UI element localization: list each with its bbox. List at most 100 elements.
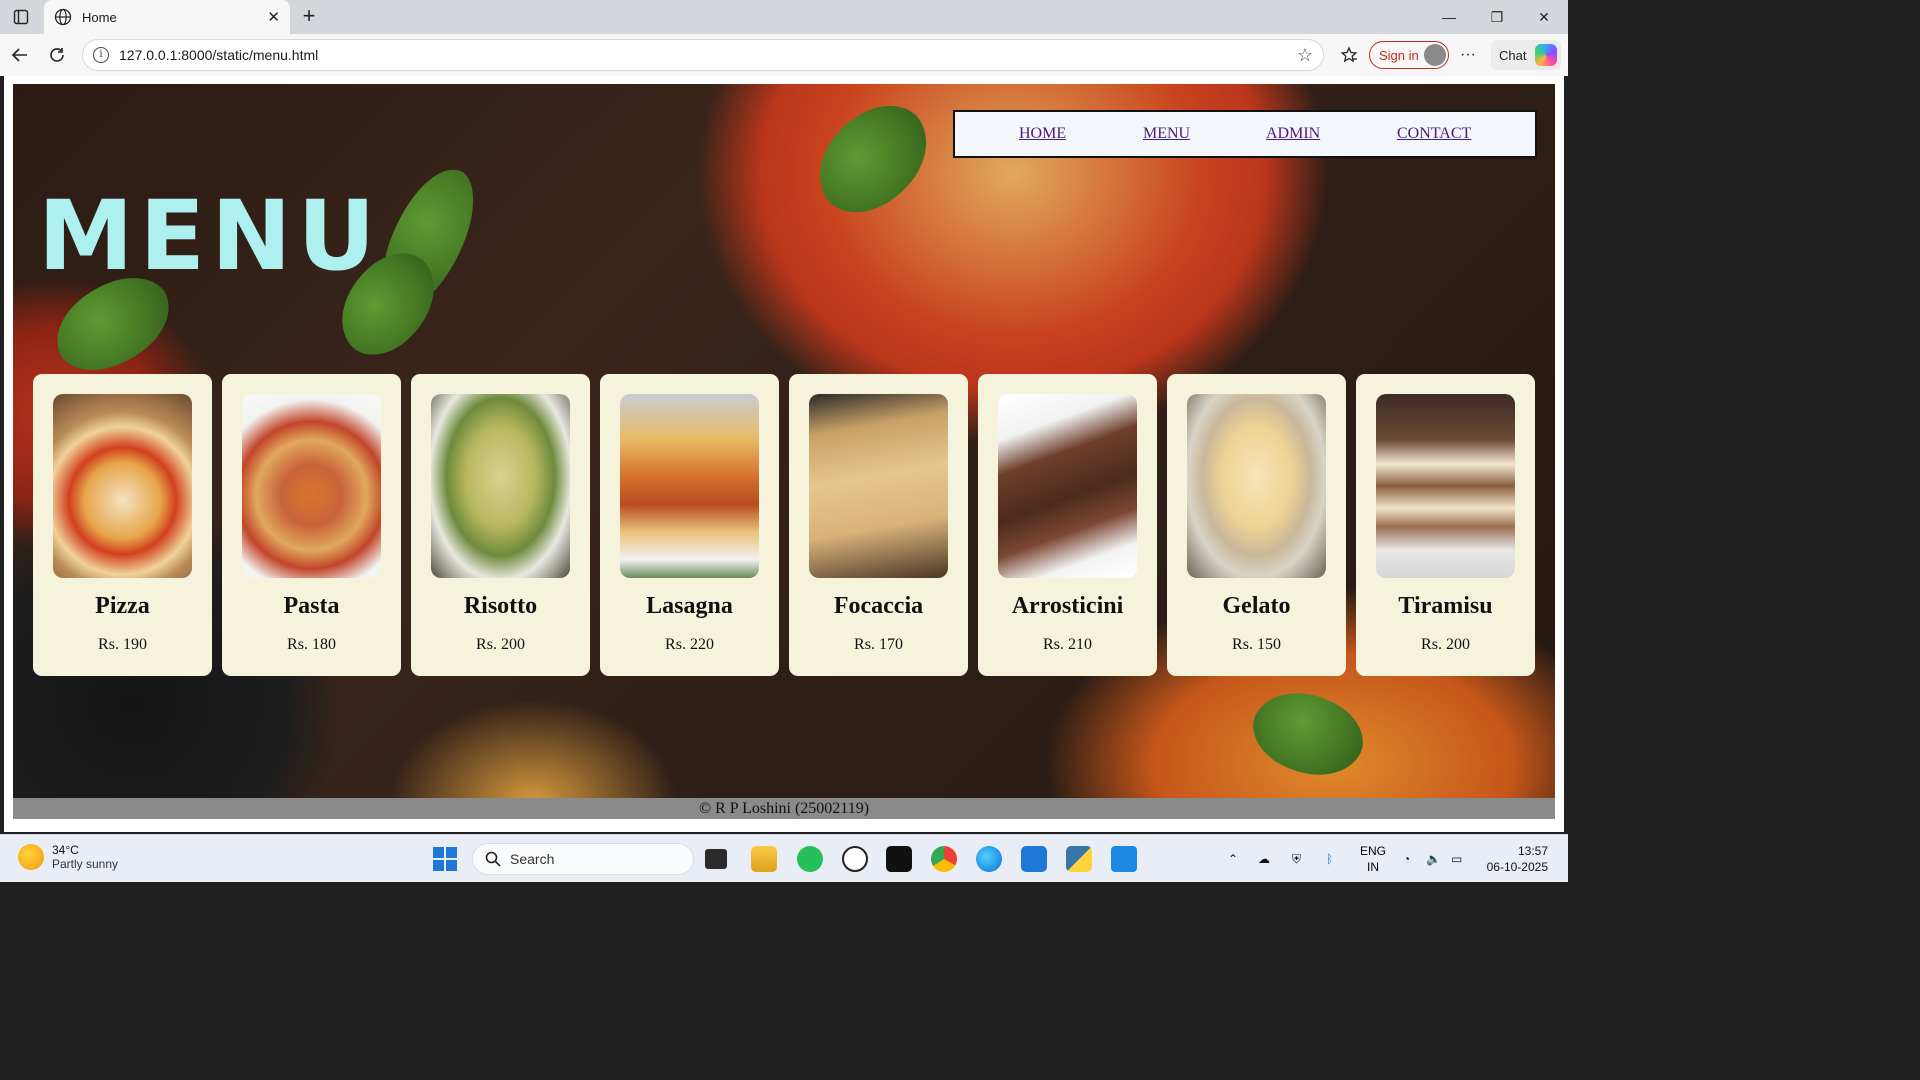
copilot-icon: [1535, 44, 1557, 66]
basil-leaf-image: [1240, 671, 1376, 797]
item-name: Pasta: [283, 593, 340, 619]
page-title: MENU: [38, 180, 382, 292]
weather-sun-icon: [18, 844, 44, 870]
language-indicator[interactable]: ENG IN: [1360, 843, 1386, 875]
item-price: Rs. 150: [1232, 636, 1281, 653]
sign-in-label: Sign in: [1379, 47, 1419, 63]
item-price: Rs. 180: [287, 636, 336, 653]
menu-card[interactable]: Gelato Rs. 150: [1167, 374, 1346, 676]
nav-link-contact[interactable]: CONTACT: [1397, 125, 1471, 143]
volume-icon[interactable]: 🔈: [1426, 835, 1441, 883]
address-bar[interactable]: i 127.0.0.1:8000/static/menu.html ☆: [82, 39, 1324, 71]
favorites-icon[interactable]: [1337, 43, 1361, 67]
pizza-image: [53, 394, 192, 578]
menu-card[interactable]: Pizza Rs. 190: [33, 374, 212, 676]
item-price: Rs. 220: [665, 636, 714, 653]
menu-card[interactable]: Arrosticini Rs. 210: [978, 374, 1157, 676]
item-price: Rs. 200: [476, 636, 525, 653]
python-icon[interactable]: [1066, 846, 1092, 872]
new-tab-icon[interactable]: +: [298, 5, 320, 27]
item-name: Focaccia: [833, 593, 924, 619]
windows-start-icon[interactable]: [432, 846, 458, 872]
chat-label: Chat: [1499, 47, 1527, 63]
lasagna-image: [620, 394, 759, 578]
item-price: Rs. 210: [1043, 636, 1092, 653]
page-viewport: HOME MENU ADMIN CONTACT MENU Pizza Rs. 1…: [4, 76, 1564, 832]
battery-icon[interactable]: ▭: [1451, 835, 1462, 883]
taskbar-search[interactable]: Search: [472, 843, 694, 875]
menu-page-background: HOME MENU ADMIN CONTACT MENU Pizza Rs. 1…: [13, 84, 1555, 799]
more-options-icon[interactable]: ···: [1456, 43, 1480, 67]
reload-icon[interactable]: [45, 43, 69, 67]
item-price: Rs. 200: [1421, 636, 1470, 653]
weather-desc: Partly sunny: [52, 857, 119, 871]
chrome-icon[interactable]: [931, 846, 957, 872]
clock[interactable]: 13:57 06-10-2025: [1487, 843, 1548, 875]
lang-line1: ENG: [1360, 844, 1387, 858]
page-footer: © R P Loshini (25002119): [13, 798, 1555, 819]
chatgpt-icon[interactable]: [842, 846, 868, 872]
bluetooth-icon[interactable]: ᛒ: [1326, 835, 1333, 883]
menu-card[interactable]: Tiramisu Rs. 200: [1356, 374, 1535, 676]
browser-tab-bar: Home ✕ + — ❐ ✕: [0, 0, 1568, 34]
chat-button[interactable]: Chat: [1491, 40, 1561, 70]
avatar: [1424, 44, 1446, 66]
item-name: Pizza: [95, 593, 150, 619]
file-explorer-icon[interactable]: [751, 846, 777, 872]
clock-date: 06-10-2025: [1486, 860, 1548, 874]
menu-card[interactable]: Focaccia Rs. 170: [789, 374, 968, 676]
store-icon[interactable]: [1021, 846, 1047, 872]
whatsapp-icon[interactable]: [797, 846, 823, 872]
url-text[interactable]: 127.0.0.1:8000/static/menu.html: [119, 47, 1297, 63]
menu-card-list: Pizza Rs. 190 Pasta Rs. 180 Risotto Rs. …: [33, 374, 1535, 676]
risotto-image: [431, 394, 570, 578]
weather-widget[interactable]: 34°C Partly sunny: [18, 843, 118, 871]
tab-title: Home: [82, 9, 117, 25]
basil-leaf-image: [798, 90, 948, 228]
wifi-icon[interactable]: ◔: [1403, 835, 1410, 883]
show-hidden-icons[interactable]: ⌃: [1228, 835, 1238, 883]
top-navigation: HOME MENU ADMIN CONTACT: [953, 110, 1537, 158]
taskbar: 34°C Partly sunny Search ⌃ ☁ ⛨ ᛒ ENG IN …: [0, 834, 1568, 882]
clock-time: 13:57: [1517, 844, 1548, 858]
menu-card[interactable]: Lasagna Rs. 220: [600, 374, 779, 676]
site-info-icon[interactable]: i: [93, 47, 109, 63]
security-icon[interactable]: ⛨: [1292, 835, 1301, 883]
edge-icon[interactable]: [976, 846, 1002, 872]
sign-in-button[interactable]: Sign in: [1369, 41, 1449, 69]
search-icon: [485, 851, 501, 867]
search-label: Search: [510, 851, 555, 867]
browser-tab-home[interactable]: Home ✕: [44, 0, 290, 34]
nav-link-admin[interactable]: ADMIN: [1266, 125, 1320, 143]
nav-link-menu[interactable]: MENU: [1143, 125, 1190, 143]
app-icon[interactable]: [886, 846, 912, 872]
tab-actions-icon[interactable]: [8, 6, 34, 28]
menu-card[interactable]: Risotto Rs. 200: [411, 374, 590, 676]
item-name: Risotto: [463, 593, 538, 619]
minimize-icon[interactable]: —: [1426, 0, 1472, 34]
lang-line2: IN: [1367, 860, 1379, 874]
browser-toolbar: i 127.0.0.1:8000/static/menu.html ☆ Sign…: [0, 34, 1568, 76]
weather-temp: 34°C: [52, 843, 79, 857]
item-price: Rs. 170: [854, 636, 903, 653]
nav-link-home[interactable]: HOME: [1019, 125, 1066, 143]
task-view-icon[interactable]: [705, 849, 727, 869]
item-price: Rs. 190: [98, 636, 147, 653]
back-icon[interactable]: [8, 43, 32, 67]
item-name: Tiramisu: [1398, 593, 1493, 619]
item-name: Lasagna: [646, 593, 733, 619]
pasta-image: [242, 394, 381, 578]
item-name: Gelato: [1222, 593, 1291, 619]
restore-icon[interactable]: ❐: [1474, 0, 1520, 34]
tab-close-icon[interactable]: ✕: [267, 8, 280, 26]
focaccia-image: [809, 394, 948, 578]
close-window-icon[interactable]: ✕: [1521, 0, 1567, 34]
vscode-icon[interactable]: [1111, 846, 1137, 872]
onedrive-icon[interactable]: ☁: [1258, 835, 1270, 883]
item-name: Arrosticini: [1011, 593, 1124, 619]
menu-card[interactable]: Pasta Rs. 180: [222, 374, 401, 676]
favorite-star-icon[interactable]: ☆: [1297, 45, 1313, 66]
gelato-image: [1187, 394, 1326, 578]
globe-icon: [54, 8, 72, 26]
tiramisu-image: [1376, 394, 1515, 578]
